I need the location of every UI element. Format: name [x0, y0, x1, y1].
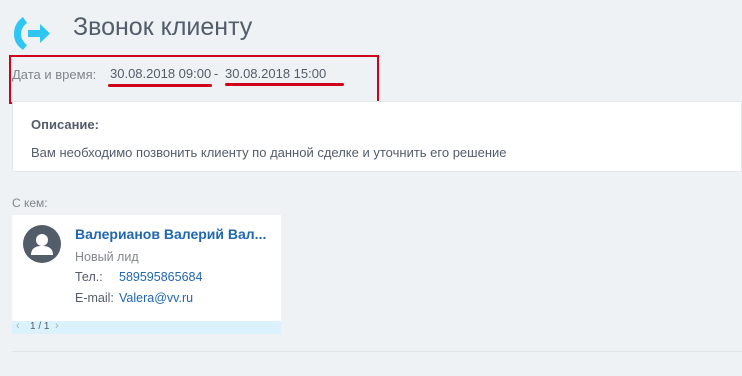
chevron-left-icon[interactable]: ‹	[16, 320, 20, 332]
call-forward-icon	[11, 14, 51, 52]
annotation-underline-start	[108, 84, 212, 87]
contact-pager: ‹ 1 / 1 ›	[12, 320, 281, 334]
pager-counter: 1 / 1	[30, 321, 50, 332]
contact-name-link[interactable]: Валерианов Валерий Вал...	[75, 226, 275, 242]
annotation-underline-end	[225, 83, 344, 86]
datetime-start: 30.08.2018 09:00	[110, 66, 212, 81]
datetime-end: 30.08.2018 15:00	[225, 66, 327, 81]
datetime-label: Дата и время:	[12, 67, 97, 82]
datetime-separator: -	[214, 66, 219, 81]
description-text: Вам необходимо позвонить клиенту по данн…	[31, 145, 507, 160]
email-link[interactable]: Valera@vv.ru	[119, 291, 193, 305]
contact-status: Новый лид	[75, 250, 139, 264]
phone-label: Тел.:	[75, 270, 103, 284]
user-silhouette-icon	[31, 234, 53, 255]
participants-label: С кем:	[12, 196, 48, 210]
avatar[interactable]	[23, 225, 61, 263]
description-title: Описание:	[31, 117, 99, 132]
chevron-right-icon[interactable]: ›	[55, 320, 59, 332]
phone-link[interactable]: 589595865684	[119, 270, 202, 284]
divider	[12, 351, 742, 352]
email-label: E-mail:	[75, 291, 114, 305]
description-card: Описание: Вам необходимо позвонить клиен…	[12, 101, 742, 172]
page-title: Звонок клиенту	[73, 13, 253, 41]
contact-card: Валерианов Валерий Вал... Новый лид Тел.…	[12, 215, 281, 321]
